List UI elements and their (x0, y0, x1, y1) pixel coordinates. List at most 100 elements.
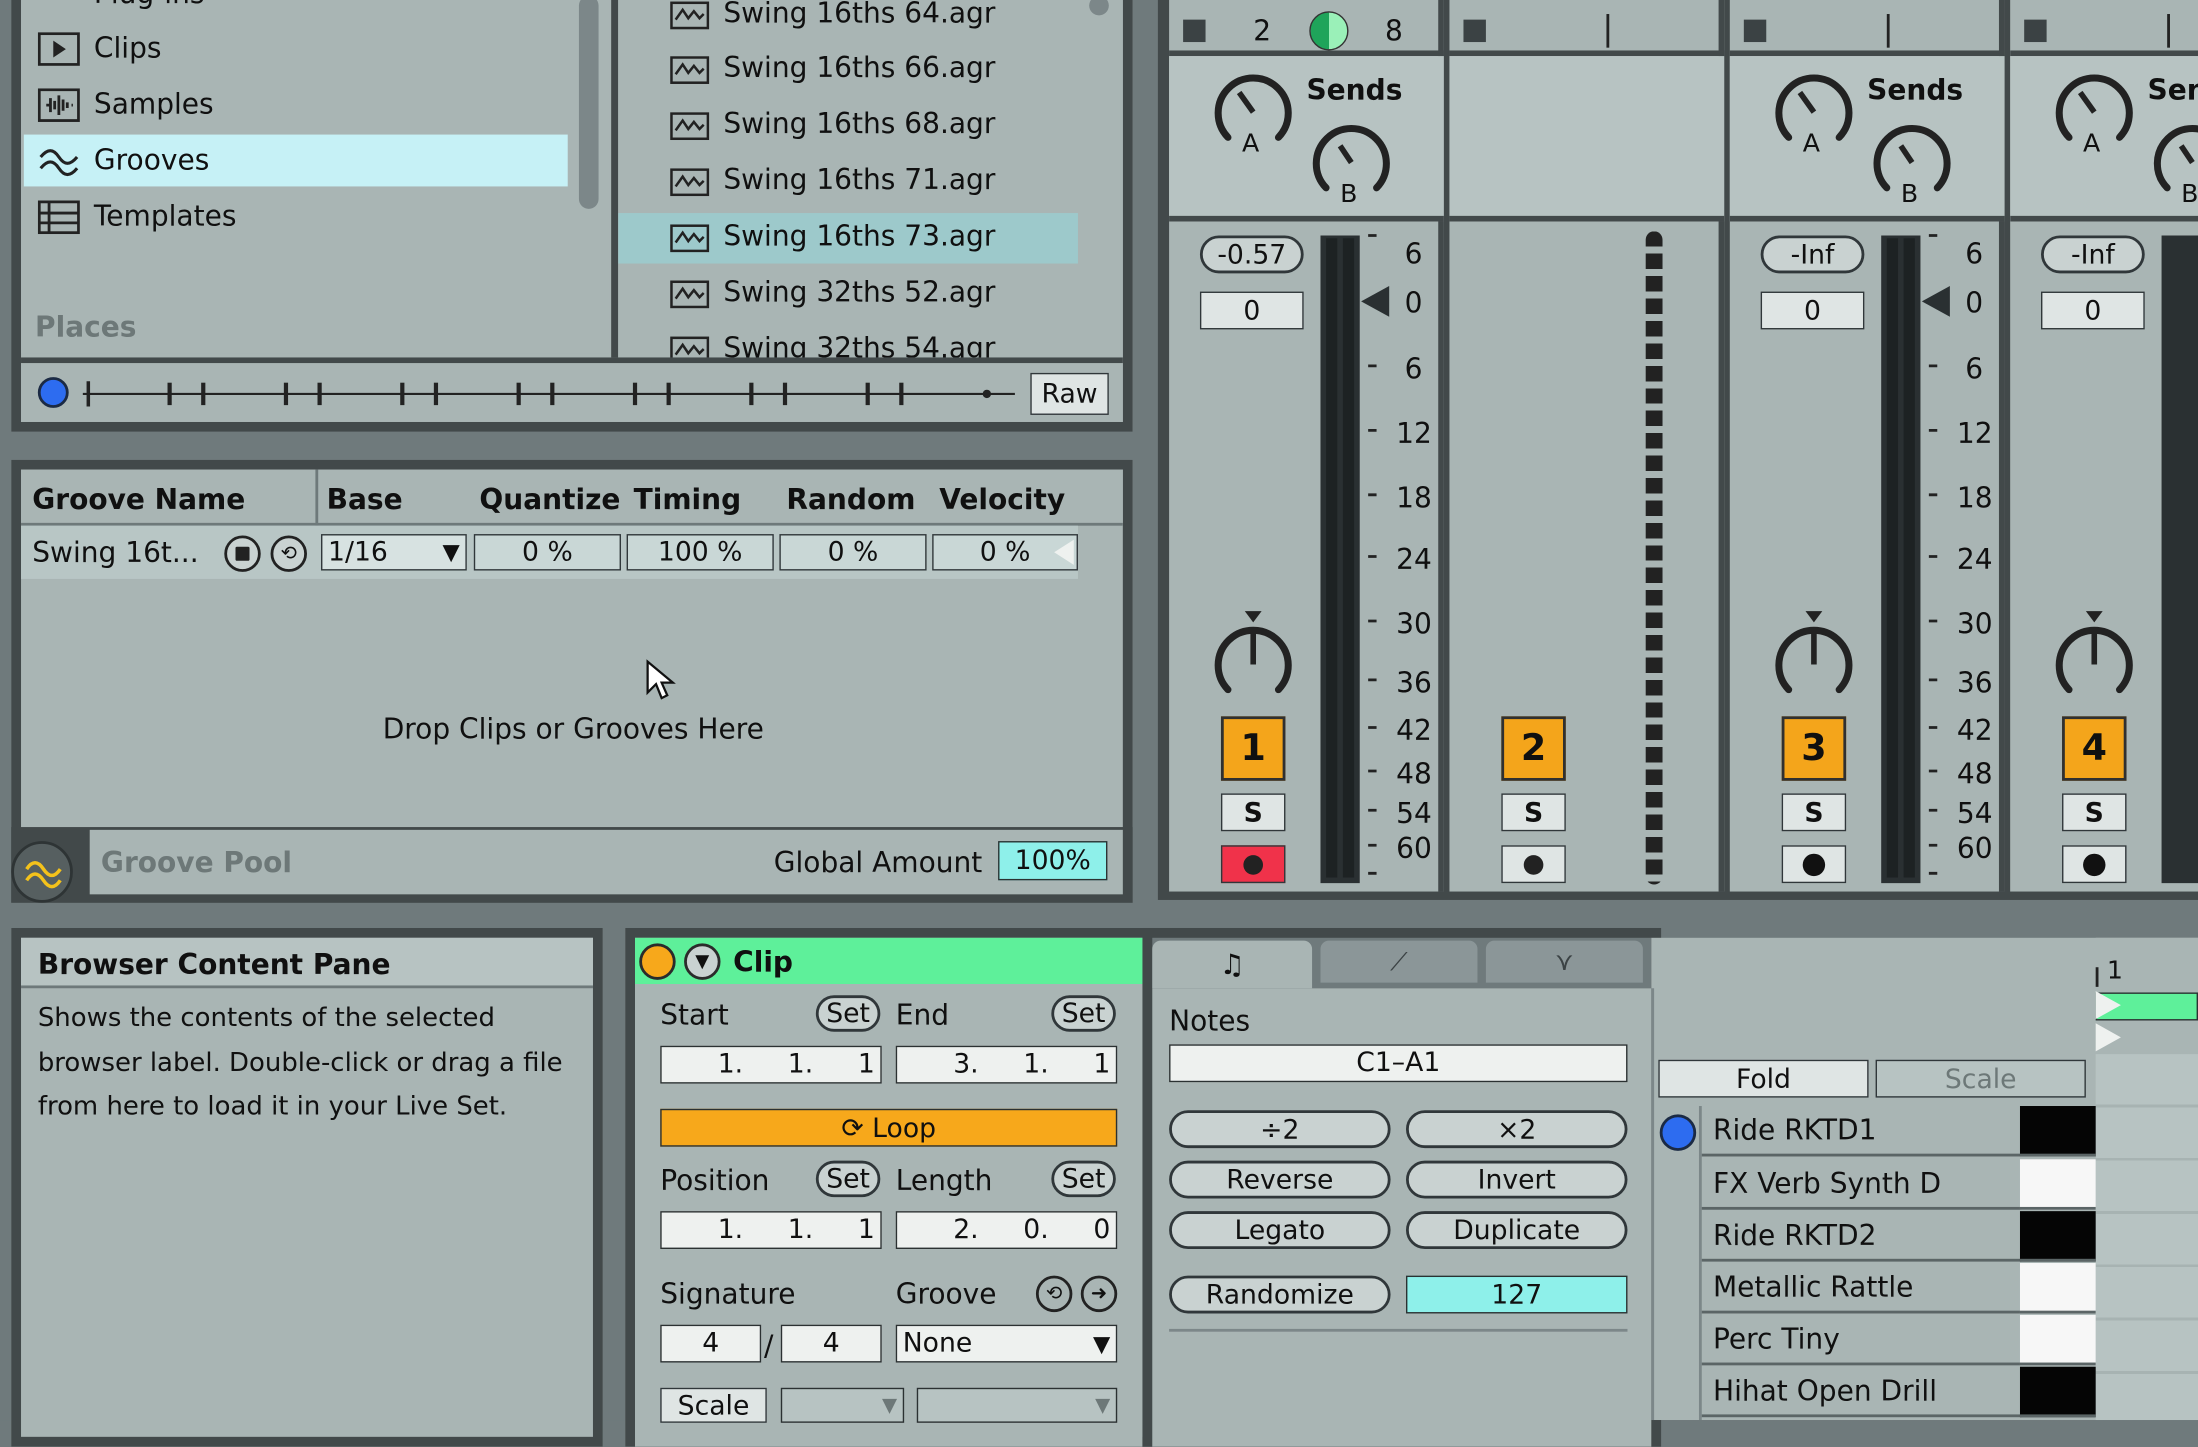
browser-category-scrollbar[interactable] (578, 0, 599, 209)
solo-button[interactable]: S (2062, 793, 2127, 832)
end-marker-icon[interactable] (2095, 1023, 2121, 1052)
scale-highlight-button[interactable]: Scale (1875, 1059, 2086, 1098)
file-item[interactable]: Swing 32ths 52.agr (670, 275, 995, 308)
tab-notes[interactable]: ♫ (1152, 940, 1313, 989)
stop-icon[interactable] (1743, 19, 1767, 43)
track-activator-2[interactable]: 2 (1501, 716, 1566, 781)
scale-name-select[interactable]: ▼ (916, 1387, 1118, 1423)
volume-readout[interactable]: -Inf (2041, 235, 2145, 274)
save-groove-icon[interactable] (224, 535, 261, 572)
browser-divider[interactable] (611, 0, 619, 358)
reverse-button[interactable]: Reverse (1169, 1160, 1391, 1199)
duplicate-button[interactable]: Duplicate (1405, 1211, 1628, 1249)
groove-commit-icon[interactable]: ⟲ (1035, 1275, 1073, 1313)
piano-key-black[interactable] (2019, 1106, 2096, 1157)
fold-button[interactable]: Fold (1658, 1059, 1869, 1098)
drum-pad-row[interactable]: Metallic Rattle (1701, 1263, 2022, 1314)
piano-key-black[interactable] (2019, 1211, 2096, 1262)
track-activator-3[interactable]: 3 (1781, 716, 1847, 781)
clip-fold-icon[interactable]: ▼ (684, 943, 721, 980)
stop-icon[interactable] (1463, 19, 1486, 43)
volume-readout[interactable]: -Inf (1760, 235, 1865, 274)
file-item[interactable]: Swing 16ths 66.agr (670, 50, 995, 84)
solo-button[interactable]: S (1501, 793, 1566, 832)
timing-field[interactable]: 100 % (626, 534, 774, 571)
groove-select[interactable]: None ▼ (895, 1324, 1118, 1363)
position-field[interactable]: 1. 1. 1 (660, 1211, 882, 1249)
double-button[interactable]: ×2 (1405, 1110, 1628, 1149)
random-field[interactable]: 0 % (779, 534, 927, 571)
tab-envelopes[interactable]: ⟋ (1320, 940, 1478, 983)
stop-icon[interactable] (1183, 19, 1206, 43)
preview-headphones-icon[interactable] (1659, 1114, 1697, 1151)
file-item[interactable]: Swing 32ths 54.agr (670, 331, 995, 358)
pan-knob[interactable] (1769, 608, 1859, 703)
drum-pad-row[interactable]: Ride RKTD1 (1701, 1106, 2022, 1157)
browser-category-clips[interactable]: Clips (21, 28, 568, 73)
halve-button[interactable]: ÷2 (1169, 1110, 1391, 1149)
pan-readout[interactable]: 0 (2041, 291, 2145, 330)
solo-button[interactable]: S (1781, 793, 1847, 832)
groove-hotswap-icon[interactable]: ➜ (1080, 1275, 1118, 1313)
arm-button[interactable] (1220, 845, 1286, 884)
volume-readout[interactable]: -0.57 (1199, 235, 1304, 274)
start-set-button[interactable]: Set (815, 995, 881, 1032)
browser-category-templates[interactable]: Templates (21, 196, 568, 241)
start-marker-icon[interactable] (2095, 991, 2121, 1020)
scale-toggle[interactable]: Scale (660, 1387, 767, 1423)
end-field[interactable]: 3. 1. 1 (895, 1045, 1118, 1084)
browser-category-grooves[interactable]: Grooves (23, 134, 568, 187)
pan-readout[interactable]: 0 (1760, 291, 1865, 330)
file-item[interactable]: Swing 16ths 71.agr (670, 163, 995, 196)
arm-button[interactable] (1781, 845, 1847, 884)
start-field[interactable]: 1. 1. 1 (660, 1045, 882, 1084)
arm-button[interactable] (1501, 845, 1566, 884)
invert-button[interactable]: Invert (1405, 1160, 1628, 1199)
piano-key-white[interactable] (2019, 1314, 2096, 1366)
volume-value: -Inf (2070, 239, 2115, 270)
track-activator-4[interactable]: 4 (2062, 716, 2127, 781)
pan-readout[interactable]: 0 (1199, 291, 1304, 330)
pan-knob[interactable] (2049, 608, 2139, 703)
drum-pad-row[interactable]: FX Verb Synth D (1701, 1159, 2022, 1210)
browser-category-plugins[interactable]: Plug-ins (94, 0, 205, 10)
file-item-selected[interactable]: Swing 16ths 73.agr (670, 219, 995, 252)
loop-button[interactable]: ⟳ Loop (660, 1108, 1118, 1147)
global-amount-field[interactable]: 100% (998, 841, 1108, 881)
clip-activator-icon[interactable] (639, 943, 676, 980)
length-field[interactable]: 2. 0. 0 (895, 1211, 1118, 1249)
piano-key-black[interactable] (2019, 1366, 2096, 1418)
scale-root-select[interactable]: ▼ (780, 1387, 905, 1423)
end-set-button[interactable]: Set (1051, 995, 1116, 1032)
piano-key-white[interactable] (2019, 1263, 2096, 1314)
file-item[interactable]: Swing 16ths 64.agr (670, 0, 995, 29)
track-activator-1[interactable]: 1 (1220, 716, 1286, 781)
preview-headphones-icon[interactable] (37, 377, 69, 408)
drum-pad-row[interactable]: Hihat Open Drill (1701, 1367, 2022, 1418)
position-set-button[interactable]: Set (815, 1160, 881, 1198)
quantize-field[interactable]: 0 % (473, 534, 621, 571)
piano-key-white[interactable] (2019, 1159, 2096, 1210)
piano-roll-grid[interactable] (2095, 1054, 2198, 1421)
legato-button[interactable]: Legato (1169, 1211, 1391, 1249)
velocity-field[interactable]: 127 (1405, 1275, 1628, 1314)
signature-denominator[interactable]: 4 (780, 1324, 882, 1363)
commit-groove-icon[interactable]: ⟲ (270, 535, 307, 572)
randomize-button[interactable]: Randomize (1169, 1275, 1391, 1314)
file-item[interactable]: Swing 16ths 68.agr (670, 107, 995, 140)
tab-mpe[interactable]: ⋎ (1485, 940, 1643, 983)
groove-name-cell[interactable]: Swing 16t... (32, 535, 198, 569)
note-range-field[interactable]: C1–A1 (1169, 1044, 1628, 1083)
signature-numerator[interactable]: 4 (660, 1324, 762, 1363)
length-set-button[interactable]: Set (1051, 1160, 1116, 1198)
browser-category-samples[interactable]: Samples (21, 84, 568, 129)
solo-button[interactable]: S (1220, 793, 1286, 832)
base-select[interactable]: 1/16 ▼ (321, 534, 467, 571)
drum-pad-row[interactable]: Ride RKTD2 (1701, 1211, 2022, 1262)
arm-button[interactable] (2062, 845, 2127, 884)
drum-pad-row[interactable]: Perc Tiny (1701, 1315, 2022, 1366)
pan-knob[interactable] (1208, 608, 1298, 703)
raw-button[interactable]: Raw (1030, 372, 1109, 415)
groove-pool-toggle[interactable] (11, 841, 73, 903)
stop-icon[interactable] (2024, 19, 2047, 43)
